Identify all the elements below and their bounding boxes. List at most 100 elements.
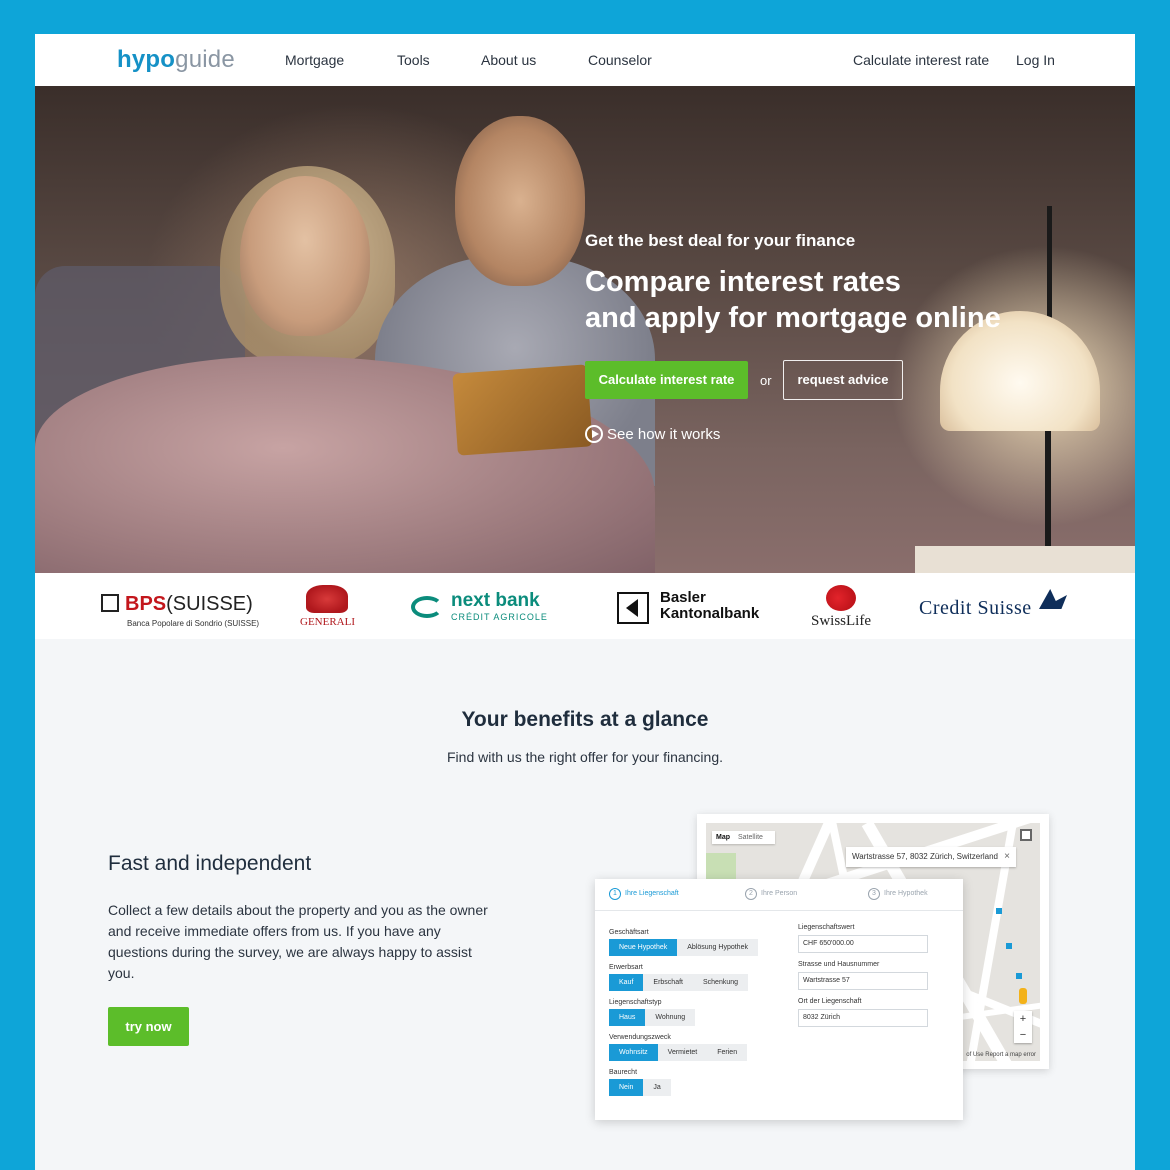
credit-agricole-mark-icon — [411, 596, 443, 618]
street-view-pegman-icon[interactable] — [1019, 988, 1027, 1004]
map-search-close-icon[interactable]: × — [1004, 847, 1010, 867]
ort-label: Ort der Liegenschaft — [798, 998, 862, 1005]
option-wohnsitz[interactable]: Wohnsitz — [609, 1044, 658, 1061]
generali-lion-icon — [306, 585, 348, 613]
next-bank-name: next bank — [451, 590, 540, 611]
strasse-label: Strasse und Hausnummer — [798, 961, 880, 968]
swisslife-name: SwissLife — [811, 613, 871, 629]
credit-suisse-logo: Credit Suisse — [919, 589, 1067, 620]
zoom-out-button[interactable]: − — [1014, 1027, 1032, 1043]
nav-item-counselor[interactable]: Counselor — [588, 52, 652, 68]
option-vermietet[interactable]: Vermietet — [657, 1044, 708, 1061]
liegenschaftstyp-label: Liegenschaftstyp — [609, 999, 662, 1006]
hero-banner: Get the best deal for your finance Compa… — [35, 86, 1135, 573]
zoom-in-button[interactable]: + — [1014, 1011, 1032, 1027]
nav-item-mortgage[interactable]: Mortgage — [285, 52, 344, 68]
liegenschaftswert-label: Liegenschaftswert — [798, 924, 855, 931]
strasse-input[interactable]: Wartstrasse 57 — [798, 972, 928, 990]
option-ja[interactable]: Ja — [643, 1079, 671, 1096]
bps-suisse-logo: BPS(SUISSE) Banca Popolare di Sondrio (S… — [101, 593, 259, 628]
option-ferien[interactable]: Ferien — [707, 1044, 748, 1061]
baurecht-toggle: Nein Ja — [609, 1079, 671, 1096]
logo-text-guide: guide — [175, 46, 235, 73]
calculate-interest-rate-button[interactable]: Calculate interest rate — [585, 361, 748, 399]
hero-title-line-1: Compare interest rates — [585, 266, 901, 298]
page-frame: hypoguide Mortgage Tools About us Counse… — [35, 34, 1135, 1170]
map-address-search[interactable]: Wartstrasse 57, 8032 Zürich, Switzerland… — [846, 847, 1016, 867]
verwendungszweck-toggle: Wohnsitz Vermietet Ferien — [609, 1044, 748, 1061]
map-footer-links[interactable]: of Use Report a map error — [966, 1052, 1036, 1058]
basler-name-line-2: Kantonalbank — [660, 605, 760, 622]
option-kauf[interactable]: Kauf — [609, 974, 644, 991]
option-schenkung[interactable]: Schenkung — [692, 974, 749, 991]
erwerbsart-toggle: Kauf Erbschaft Schenkung — [609, 974, 749, 991]
benefits-subtitle: Find with us the right offer for your fi… — [447, 749, 723, 765]
hypoguide-logo[interactable]: hypoguide — [117, 46, 235, 74]
generali-name: GENERALI — [300, 616, 355, 628]
basler-staff-icon — [617, 592, 649, 624]
hero-title-line-2: and apply for mortgage online — [585, 302, 1001, 334]
step-label: Ihre Liegenschaft — [625, 890, 679, 897]
nav-item-tools[interactable]: Tools — [397, 52, 430, 68]
next-bank-logo: next bank CRÉDIT AGRICOLE — [411, 590, 547, 622]
try-now-button[interactable]: try now — [108, 1007, 189, 1046]
verwendungszweck-label: Verwendungszweck — [609, 1034, 671, 1041]
next-bank-subtitle: CRÉDIT AGRICOLE — [451, 612, 548, 622]
map-zoom-control: + − — [1014, 1011, 1032, 1043]
step-number: 3 — [868, 888, 880, 900]
ort-input[interactable]: 8032 Zürich — [798, 1009, 928, 1027]
step-ihre-hypothek[interactable]: 3 Ihre Hypothek — [868, 888, 928, 900]
geschaeftsart-label: Geschäftsart — [609, 929, 649, 936]
generali-logo: GENERALI — [300, 585, 355, 628]
map-poi-marker — [1016, 973, 1022, 979]
logo-text-hypo: hypo — [117, 46, 176, 73]
see-how-it-works-label: See how it works — [607, 426, 721, 443]
step-number: 1 — [609, 888, 621, 900]
geschaeftsart-toggle: Neue Hypothek Ablösung Hypothek — [609, 939, 758, 956]
option-wohnung[interactable]: Wohnung — [645, 1009, 696, 1026]
liegenschaftswert-input[interactable]: CHF 650'000.00 — [798, 935, 928, 953]
nav-calculate-interest-rate[interactable]: Calculate interest rate — [853, 52, 989, 68]
basler-name: Basler Kantonalbank — [660, 590, 780, 622]
see-how-it-works-link[interactable]: See how it works — [585, 425, 720, 443]
map-type-control: Map Satellite — [712, 831, 775, 844]
step-ihre-person[interactable]: 2 Ihre Person — [745, 888, 797, 900]
hero-kicker: Get the best deal for your finance — [585, 231, 856, 250]
step-label: Ihre Person — [761, 890, 798, 897]
hero-title: Compare interest rates and apply for mor… — [585, 264, 1105, 336]
hero-photo-man — [455, 116, 585, 286]
feature-description: Collect a few details about the property… — [108, 902, 488, 981]
feature-title: Fast and independent — [108, 852, 312, 875]
hero-photo-nightstand — [915, 546, 1135, 573]
map-tab-satellite[interactable]: Satellite — [738, 834, 763, 841]
step-number: 2 — [745, 888, 757, 900]
step-ihre-liegenschaft[interactable]: 1 Ihre Liegenschaft — [609, 888, 679, 900]
map-poi-marker — [1006, 943, 1012, 949]
option-neue-hypothek[interactable]: Neue Hypothek — [609, 939, 678, 956]
basler-name-line-1: Basler — [660, 589, 706, 606]
map-tab-map[interactable]: Map — [716, 834, 730, 841]
nav-login[interactable]: Log In — [1016, 52, 1055, 68]
option-nein[interactable]: Nein — [609, 1079, 644, 1096]
bps-subtitle: Banca Popolare di Sondrio (SUISSE) — [127, 619, 260, 628]
form-stepper: 1 Ihre Liegenschaft 2 Ihre Person 3 Ihre Hy… — [595, 879, 963, 911]
hero-photo-tablet — [452, 364, 593, 456]
request-advice-button[interactable]: request advice — [783, 360, 903, 400]
credit-suisse-sail-icon — [1039, 589, 1067, 609]
top-navigation: hypoguide Mortgage Tools About us Counse… — [35, 34, 1135, 86]
hero-photo-lamp-stem — [1045, 431, 1051, 561]
swisslife-mark-icon — [826, 585, 856, 611]
hero-photo-woman — [240, 176, 370, 336]
partner-logos-strip: BPS(SUISSE) Banca Popolare di Sondrio (S… — [35, 573, 1135, 639]
step-label: Ihre Hypothek — [884, 890, 928, 897]
fullscreen-icon[interactable] — [1020, 829, 1032, 841]
swisslife-logo: SwissLife — [805, 585, 877, 630]
erwerbsart-label: Erwerbsart — [609, 964, 643, 971]
option-abloesung-hypothek[interactable]: Ablösung Hypothek — [677, 939, 758, 956]
liegenschaftstyp-toggle: Haus Wohnung — [609, 1009, 696, 1026]
option-erbschaft[interactable]: Erbschaft — [643, 974, 693, 991]
bps-name: BPS — [125, 593, 167, 615]
nav-item-about-us[interactable]: About us — [481, 52, 536, 68]
option-haus[interactable]: Haus — [609, 1009, 646, 1026]
map-address-value: Wartstrasse 57, 8032 Zürich, Switzerland — [852, 852, 998, 861]
